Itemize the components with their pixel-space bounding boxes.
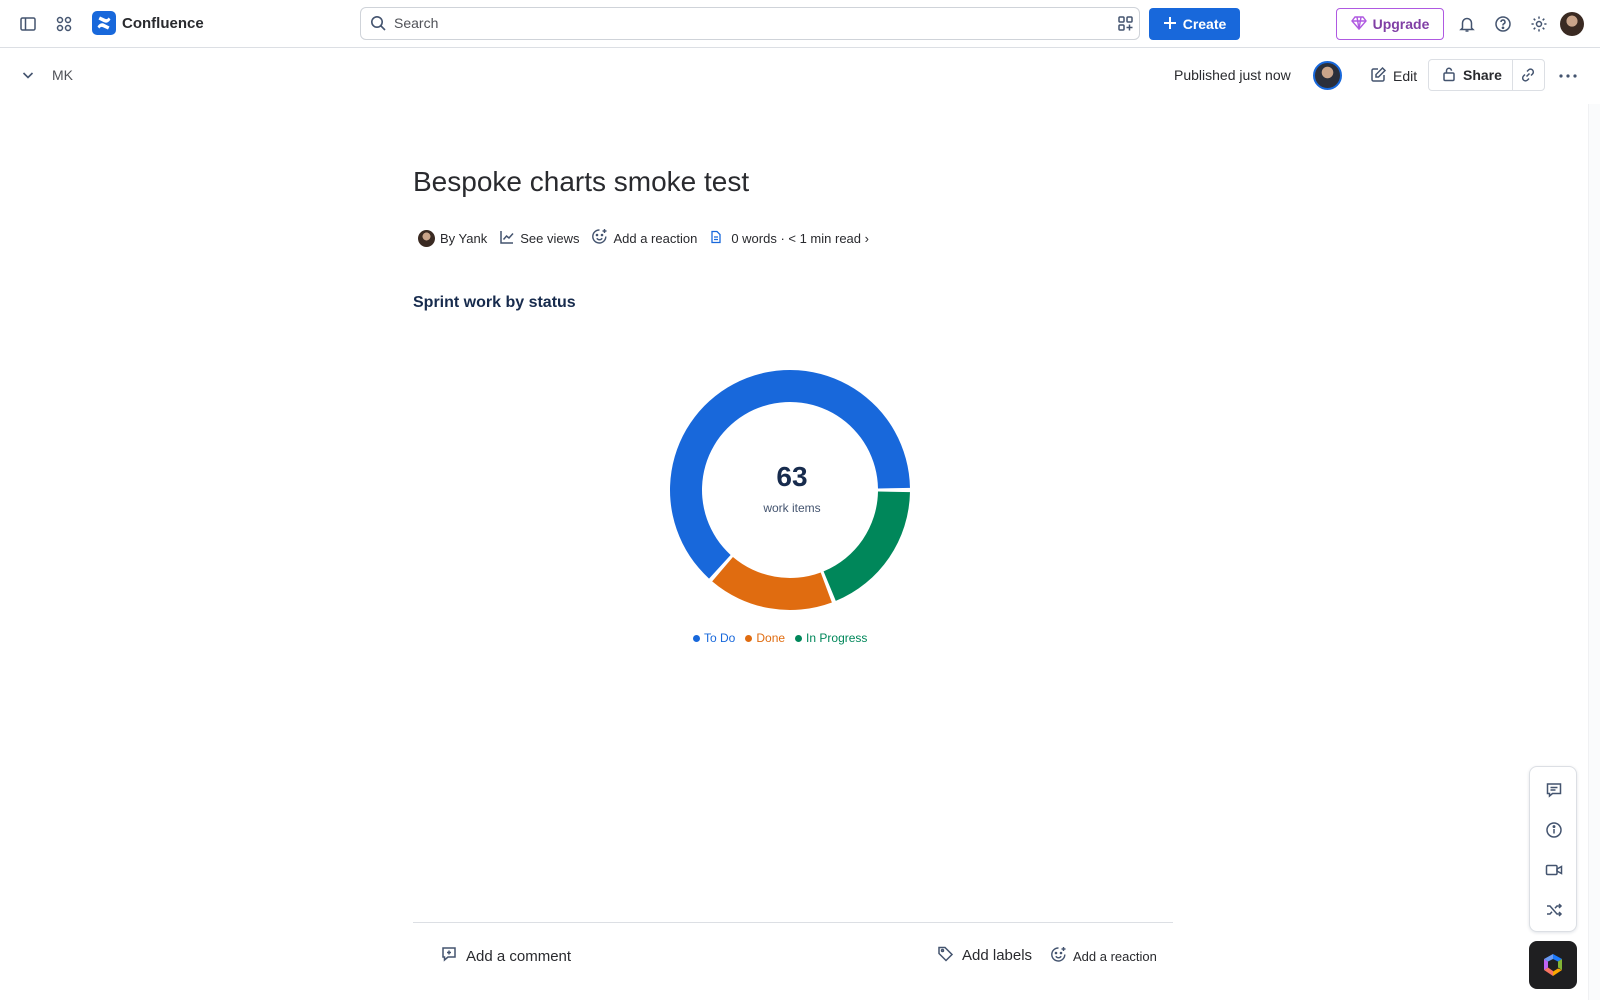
link-icon[interactable]: [1513, 60, 1544, 90]
app-switcher-icon[interactable]: [52, 12, 76, 36]
edit-label: Edit: [1393, 68, 1418, 84]
see-views-button[interactable]: See views: [499, 229, 579, 248]
chevron-down-icon[interactable]: [20, 67, 36, 88]
share-label: Share: [1463, 67, 1502, 83]
search-bar[interactable]: [360, 7, 1140, 40]
emoji-add-icon: [591, 228, 608, 248]
donut-segment-done[interactable]: [712, 556, 832, 610]
bell-icon[interactable]: [1455, 12, 1479, 36]
chart-icon: [499, 229, 515, 248]
rovo-icon[interactable]: [1529, 941, 1577, 989]
share-group: Share: [1428, 59, 1545, 91]
legend-item-to-do[interactable]: To Do: [693, 631, 735, 645]
page-title: Bespoke charts smoke test: [413, 166, 750, 197]
video-icon[interactable]: [1542, 858, 1566, 882]
top-navigation: Confluence Create Upgrade: [0, 0, 1600, 48]
space-breadcrumb[interactable]: MK: [52, 67, 73, 83]
comment-add-icon: [440, 945, 458, 967]
add-reaction-label: Add a reaction: [613, 230, 698, 246]
author-byline[interactable]: By Yank: [418, 229, 488, 247]
edit-button[interactable]: Edit: [1362, 61, 1425, 91]
lock-icon: [1441, 66, 1457, 85]
footer-add-reaction-label: Add a reaction: [1073, 948, 1157, 964]
read-info[interactable]: 0 words · < 1 min read ›: [709, 230, 869, 247]
upgrade-button[interactable]: Upgrade: [1336, 8, 1444, 40]
legend-label: To Do: [704, 631, 736, 645]
more-icon[interactable]: [1554, 62, 1582, 90]
chart-heading: Sprint work by status: [413, 294, 576, 311]
shuffle-icon[interactable]: [1542, 898, 1566, 922]
comment-icon[interactable]: [1542, 778, 1566, 802]
brand-name[interactable]: Confluence: [122, 15, 204, 32]
footer-add-reaction-button[interactable]: Add a reaction: [1050, 946, 1157, 966]
legend-item-done[interactable]: Done: [745, 631, 785, 645]
avatar[interactable]: [1560, 12, 1584, 36]
gear-icon[interactable]: [1527, 12, 1551, 36]
published-status: Published just now: [1174, 67, 1291, 83]
add-labels-button[interactable]: Add labels: [937, 945, 1032, 966]
avatar[interactable]: [1313, 61, 1342, 90]
page-toolbar: MK Published just now Edit Share: [0, 48, 1600, 104]
byline: By Yank See views Add a reaction 0 words…: [418, 228, 881, 248]
create-label: Create: [1182, 16, 1227, 32]
legend-dot: [745, 634, 753, 642]
add-comment-label: Add a comment: [466, 947, 572, 965]
legend-dot: [693, 634, 700, 642]
legend-label: In Progress: [806, 631, 868, 645]
add-reaction-button[interactable]: Add a reaction: [591, 228, 697, 248]
pencil-icon: [1370, 66, 1387, 86]
chart-legend: To Do Done In Progress: [693, 631, 867, 645]
author-label: By Yank: [440, 230, 488, 246]
help-icon[interactable]: [1491, 12, 1515, 36]
upgrade-label: Upgrade: [1372, 16, 1430, 32]
search-icon: [370, 15, 387, 37]
side-tools-panel: [1529, 766, 1577, 932]
share-button[interactable]: Share: [1429, 60, 1513, 90]
filter-icon[interactable]: [1117, 15, 1134, 37]
emoji-add-icon: [1050, 946, 1067, 966]
confluence-logo-icon[interactable]: [92, 11, 116, 35]
avatar: [418, 229, 435, 247]
doc-icon: [709, 230, 723, 247]
plus-icon: [1163, 16, 1177, 33]
add-comment-button[interactable]: Add a comment: [440, 945, 571, 967]
chart-center-label: work items: [763, 501, 821, 515]
sidebar-toggle-icon[interactable]: [16, 12, 40, 36]
add-labels-label: Add labels: [962, 947, 1033, 964]
legend-label: Done: [756, 631, 786, 645]
tag-icon: [937, 945, 954, 966]
legend-dot: [795, 634, 803, 642]
see-views-label: See views: [520, 230, 580, 246]
gem-icon: [1350, 15, 1367, 34]
read-info-label: 0 words · < 1 min read ›: [731, 230, 869, 246]
search-input[interactable]: [394, 15, 1074, 31]
chart-center-value: 63: [776, 461, 808, 492]
create-button[interactable]: Create: [1149, 8, 1240, 40]
info-icon[interactable]: [1542, 818, 1566, 842]
divider: [413, 922, 1173, 923]
scrollbar[interactable]: [1588, 104, 1600, 1000]
legend-item-in-progress[interactable]: In Progress: [795, 631, 867, 645]
